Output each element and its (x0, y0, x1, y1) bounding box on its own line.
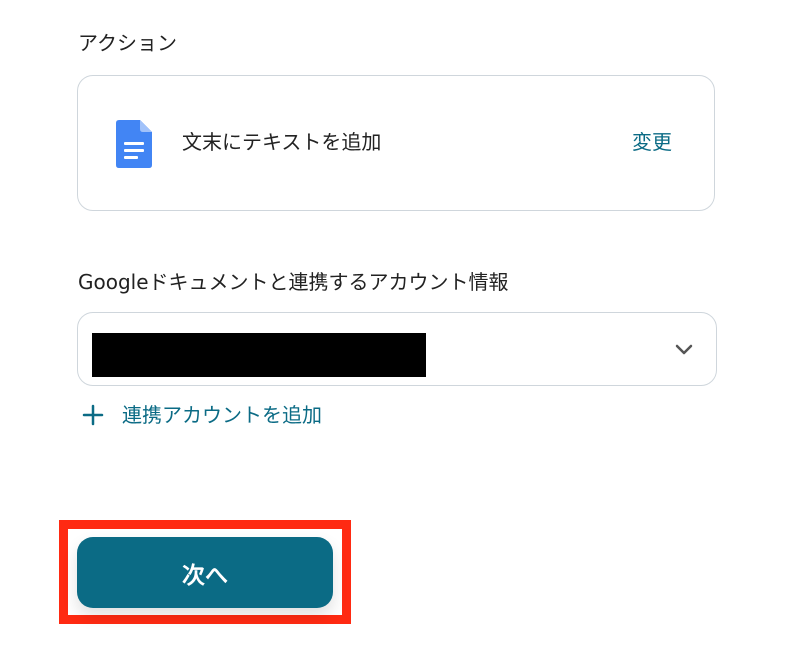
account-section-label: Googleドキュメントと連携するアカウント情報 (78, 270, 509, 294)
change-action-link[interactable]: 変更 (632, 132, 672, 152)
action-card: 文末にテキストを追加 変更 (77, 75, 715, 211)
action-section-label: アクション (78, 31, 177, 55)
action-name: 文末にテキストを追加 (182, 130, 382, 154)
add-linked-account-button[interactable]: 連携アカウントを追加 (82, 404, 322, 426)
account-select[interactable] (77, 312, 717, 386)
plus-icon (82, 404, 104, 426)
google-docs-icon (116, 120, 152, 168)
selected-account-value-redacted (92, 333, 426, 377)
chevron-down-icon[interactable] (674, 341, 694, 357)
add-linked-account-label: 連携アカウントを追加 (122, 403, 322, 427)
next-button[interactable]: 次へ (77, 537, 333, 608)
